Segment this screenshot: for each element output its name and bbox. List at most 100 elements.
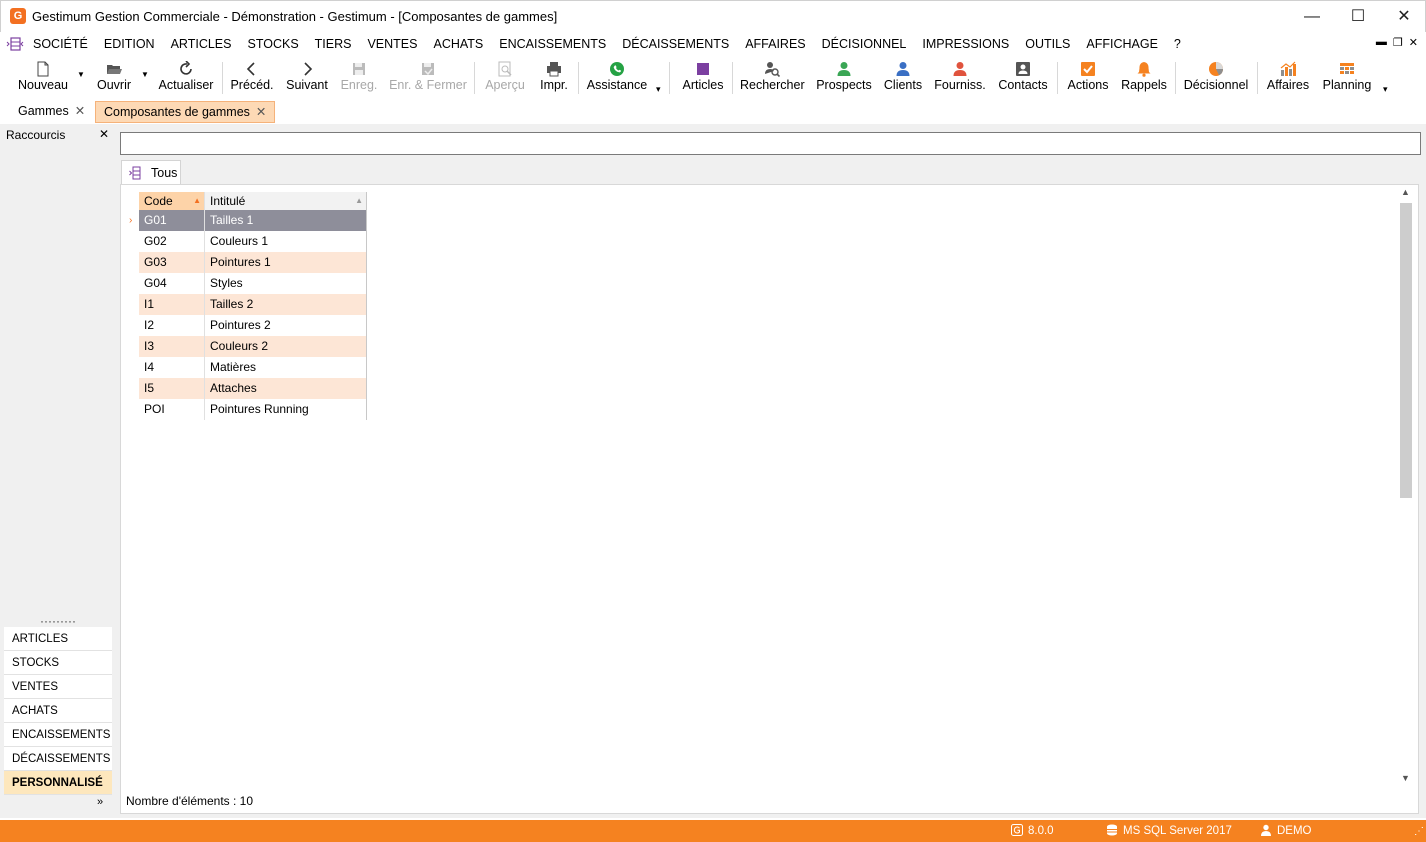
enregistrer-fermer-button[interactable]: Enr. & Fermer xyxy=(389,58,467,98)
row-indicator[interactable] xyxy=(126,294,139,315)
shortcut-section[interactable]: STOCKS xyxy=(4,651,112,675)
ouvrir-button[interactable]: Ouvrir xyxy=(93,58,135,98)
tab-composantes-de-gammes[interactable]: Composantes de gammes ✕ xyxy=(95,101,276,123)
menu-item[interactable]: TIERS xyxy=(307,32,360,56)
rechercher-button[interactable]: Rechercher xyxy=(740,58,805,98)
cell-intitule[interactable]: Attaches xyxy=(205,378,367,399)
toolbar-overflow-icon[interactable]: ▾ xyxy=(656,84,661,95)
tab-gammes[interactable]: Gammes ✕ xyxy=(10,101,93,123)
table-row[interactable]: G02 Couleurs 1 xyxy=(126,231,367,252)
ouvrir-dropdown-icon[interactable]: ▼ xyxy=(141,70,149,79)
shortcut-section[interactable]: PERSONNALISÉ xyxy=(4,771,112,795)
cell-intitule[interactable]: Pointures Running xyxy=(205,399,367,420)
suivant-button[interactable]: Suivant xyxy=(284,58,330,98)
table-row[interactable]: POI Pointures Running xyxy=(126,399,367,420)
cell-code[interactable]: I5 xyxy=(139,378,205,399)
apercu-button[interactable]: Aperçu xyxy=(483,58,527,98)
prospects-button[interactable]: Prospects xyxy=(815,58,873,98)
menu-item[interactable]: VENTES xyxy=(359,32,425,56)
shortcut-section[interactable]: VENTES xyxy=(4,675,112,699)
row-indicator[interactable] xyxy=(126,336,139,357)
mdi-restore-button[interactable]: ❐ xyxy=(1393,36,1403,49)
cell-intitule[interactable]: Pointures 2 xyxy=(205,315,367,336)
imprimer-button[interactable]: Impr. xyxy=(536,58,572,98)
cell-code[interactable]: I2 xyxy=(139,315,205,336)
shortcut-section[interactable]: DÉCAISSEMENTS xyxy=(4,747,112,771)
column-header-intitule[interactable]: Intitulé ▲ xyxy=(205,192,367,210)
toolbar-overflow-icon[interactable]: ▾ xyxy=(1383,84,1388,95)
maximize-button[interactable]: ☐ xyxy=(1335,1,1381,32)
menu-item[interactable]: ENCAISSEMENTS xyxy=(491,32,614,56)
enregistrer-button[interactable]: Enreg. xyxy=(339,58,379,98)
cell-code[interactable]: G01 xyxy=(139,210,205,231)
affaires-button[interactable]: Affaires xyxy=(1265,58,1311,98)
row-indicator[interactable]: › xyxy=(126,210,139,231)
cell-intitule[interactable]: Styles xyxy=(205,273,367,294)
table-row[interactable]: G04 Styles xyxy=(126,273,367,294)
actualiser-button[interactable]: Actualiser xyxy=(157,58,215,98)
close-panel-icon[interactable]: ✕ xyxy=(99,127,109,141)
row-indicator[interactable] xyxy=(126,252,139,273)
cell-intitule[interactable]: Pointures 1 xyxy=(205,252,367,273)
cell-intitule[interactable]: Couleurs 1 xyxy=(205,231,367,252)
menu-item[interactable]: ARTICLES xyxy=(163,32,240,56)
vertical-scrollbar[interactable]: ▲ ▼ xyxy=(1397,185,1415,788)
menu-item[interactable]: IMPRESSIONS xyxy=(914,32,1017,56)
shortcut-section[interactable]: ENCAISSEMENTS xyxy=(4,723,112,747)
precedent-button[interactable]: Précéd. xyxy=(230,58,274,98)
cell-code[interactable]: G04 xyxy=(139,273,205,294)
scroll-thumb[interactable] xyxy=(1400,203,1412,498)
menu-item[interactable]: SOCIÉTÉ xyxy=(25,32,96,56)
cell-code[interactable]: I1 xyxy=(139,294,205,315)
scroll-down-icon[interactable]: ▼ xyxy=(1401,773,1410,783)
row-indicator[interactable] xyxy=(126,357,139,378)
expand-more-icon[interactable]: » xyxy=(97,796,103,808)
planning-button[interactable]: Planning xyxy=(1319,58,1375,98)
minimize-button[interactable]: — xyxy=(1289,1,1335,32)
filter-input[interactable] xyxy=(120,132,1421,155)
decisionnel-button[interactable]: Décisionnel xyxy=(1183,58,1249,98)
resize-grip-icon[interactable]: ⋰ xyxy=(1414,826,1424,837)
close-tab-icon[interactable]: ✕ xyxy=(75,104,85,118)
mdi-close-button[interactable]: ✕ xyxy=(1409,36,1418,49)
menu-item[interactable]: AFFAIRES xyxy=(737,32,813,56)
table-row[interactable]: G03 Pointures 1 xyxy=(126,252,367,273)
table-row[interactable]: I2 Pointures 2 xyxy=(126,315,367,336)
clients-button[interactable]: Clients xyxy=(882,58,924,98)
table-row[interactable]: I4 Matières xyxy=(126,357,367,378)
row-indicator[interactable] xyxy=(126,399,139,420)
menu-item[interactable]: STOCKS xyxy=(239,32,306,56)
tab-tous[interactable]: Tous xyxy=(121,160,181,185)
actions-button[interactable]: Actions xyxy=(1065,58,1111,98)
cell-code[interactable]: I3 xyxy=(139,336,205,357)
menu-item[interactable]: EDITION xyxy=(96,32,163,56)
cell-intitule[interactable]: Tailles 2 xyxy=(205,294,367,315)
articles-button[interactable]: Articles xyxy=(680,58,726,98)
assistance-button[interactable]: Assistance xyxy=(586,58,648,98)
cell-code[interactable]: I4 xyxy=(139,357,205,378)
menu-item[interactable]: AFFICHAGE xyxy=(1078,32,1166,56)
cell-intitule[interactable]: Matières xyxy=(205,357,367,378)
table-row[interactable]: I1 Tailles 2 xyxy=(126,294,367,315)
cell-intitule[interactable]: Couleurs 2 xyxy=(205,336,367,357)
close-window-button[interactable]: ✕ xyxy=(1381,1,1426,32)
contacts-button[interactable]: Contacts xyxy=(996,58,1050,98)
splitter-grip[interactable]: ········· xyxy=(40,614,76,628)
menu-item[interactable]: ACHATS xyxy=(425,32,491,56)
cell-intitule[interactable]: Tailles 1 xyxy=(205,210,367,231)
nouveau-button[interactable]: Nouveau xyxy=(14,58,72,98)
menu-item[interactable]: ? xyxy=(1166,32,1189,56)
column-header-code[interactable]: Code ▲ xyxy=(139,192,205,210)
table-row[interactable]: I3 Couleurs 2 xyxy=(126,336,367,357)
row-indicator[interactable] xyxy=(126,231,139,252)
shortcut-section[interactable]: ARTICLES xyxy=(4,627,112,651)
row-indicator[interactable] xyxy=(126,315,139,336)
row-indicator[interactable] xyxy=(126,273,139,294)
cell-code[interactable]: G03 xyxy=(139,252,205,273)
cell-code[interactable]: G02 xyxy=(139,231,205,252)
nouveau-dropdown-icon[interactable]: ▼ xyxy=(77,70,85,79)
menu-item[interactable]: DÉCAISSEMENTS xyxy=(614,32,737,56)
cell-code[interactable]: POI xyxy=(139,399,205,420)
table-row[interactable]: I5 Attaches xyxy=(126,378,367,399)
table-row[interactable]: › G01 Tailles 1 xyxy=(126,210,367,231)
